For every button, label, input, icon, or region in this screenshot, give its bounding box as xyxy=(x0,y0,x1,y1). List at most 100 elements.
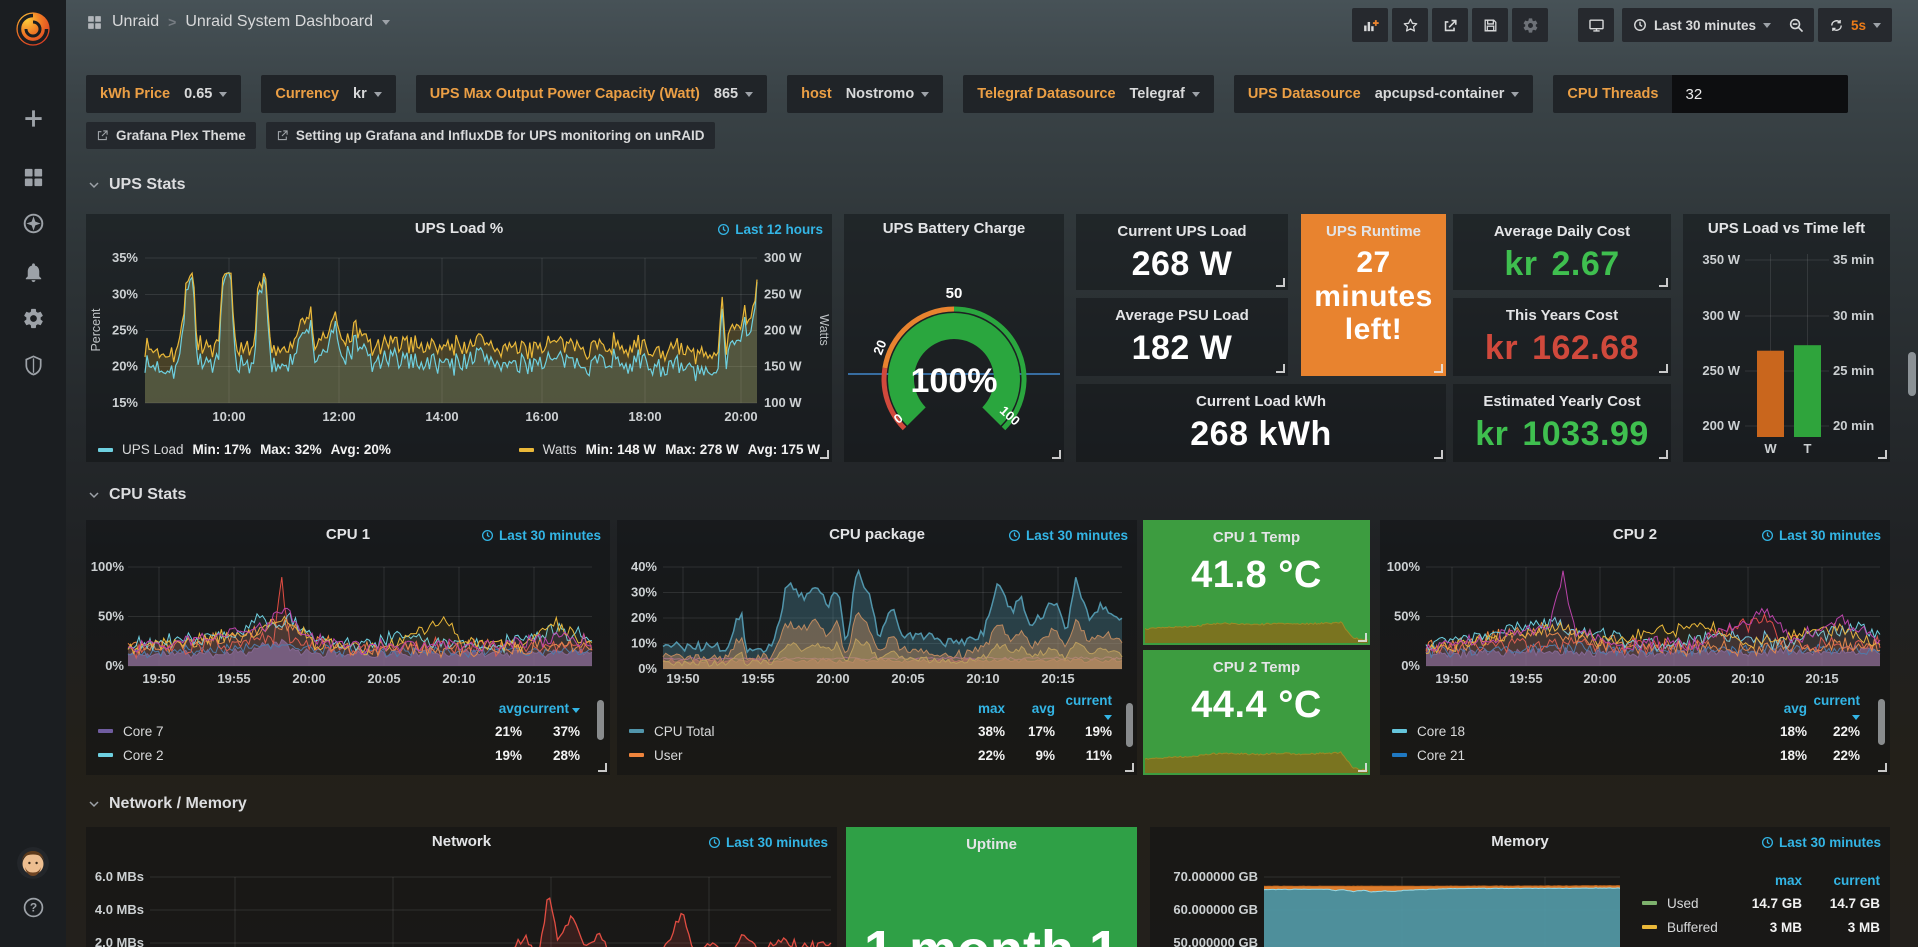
panel-resize-handle[interactable] xyxy=(1878,763,1887,772)
legend-sort-current[interactable]: current xyxy=(1055,693,1112,723)
row-header-cpu-stats[interactable]: CPU Stats xyxy=(88,486,186,504)
legend-scrollbar[interactable] xyxy=(597,700,604,740)
cpu1-chart[interactable]: 100%50%0%19:5019:5520:0020:0520:1020:15 xyxy=(86,520,610,695)
stat-title[interactable]: Average Daily Cost xyxy=(1453,223,1671,240)
stat-title[interactable]: Uptime xyxy=(846,836,1137,853)
variable-kwh-price[interactable]: kWh Price0.65 xyxy=(86,75,241,113)
server-admin-shield-icon[interactable] xyxy=(22,354,45,377)
legend-series[interactable]: User xyxy=(629,748,945,763)
panel-resize-handle[interactable] xyxy=(1878,450,1887,459)
user-avatar[interactable] xyxy=(17,847,49,879)
variable-ups-datasource[interactable]: UPS Datasourceapcupsd-container xyxy=(1234,75,1534,113)
row-header-ups-stats[interactable]: UPS Stats xyxy=(88,176,185,194)
refresh-picker[interactable]: 5s xyxy=(1818,8,1892,42)
panel-resize-handle[interactable] xyxy=(1276,364,1285,373)
panel-resize-handle[interactable] xyxy=(820,450,829,459)
page-scrollbar[interactable] xyxy=(1908,352,1916,396)
dashboard-title[interactable]: Unraid System Dashboard xyxy=(185,13,373,31)
legend-sort-current[interactable]: current xyxy=(522,701,580,716)
legend-sort-current[interactable]: current xyxy=(1807,693,1860,723)
legend-sort-avg[interactable]: avg xyxy=(1737,701,1807,716)
cpu2-chart[interactable]: 100%50%0%19:5019:5520:0020:0520:1020:15 xyxy=(1380,520,1890,695)
svg-text:100%: 100% xyxy=(911,362,998,400)
time-override: Last 30 minutes xyxy=(1761,528,1881,543)
panel-resize-handle[interactable] xyxy=(1659,364,1668,373)
help-icon[interactable] xyxy=(22,896,45,919)
link-ups-monitoring-guide[interactable]: Setting up Grafana and InfluxDB for UPS … xyxy=(266,122,715,149)
time-range-picker[interactable]: Last 30 minutes xyxy=(1622,8,1782,42)
legend-sort-max[interactable]: max xyxy=(945,701,1005,716)
panel-resize-handle[interactable] xyxy=(1434,364,1443,373)
panel-resize-handle[interactable] xyxy=(1358,633,1367,642)
legend-row: Core 721%37% xyxy=(98,719,580,743)
share-button[interactable] xyxy=(1432,8,1468,42)
star-button[interactable] xyxy=(1392,8,1428,42)
cycle-view-button[interactable] xyxy=(1578,8,1614,42)
legend-sort-avg[interactable]: avg xyxy=(452,701,522,716)
explore-compass-icon[interactable] xyxy=(22,212,45,235)
cpu-threads-input[interactable] xyxy=(1672,75,1848,113)
svg-text:19:55: 19:55 xyxy=(741,671,774,686)
stat-value: 1 month 1 xyxy=(846,919,1137,947)
dashboard-links: Grafana Plex Theme Setting up Grafana an… xyxy=(86,122,715,149)
legend-series[interactable]: Core 2 xyxy=(98,748,452,763)
panel-resize-handle[interactable] xyxy=(1125,763,1134,772)
variable-host[interactable]: hostNostromo xyxy=(787,75,943,113)
stat-title[interactable]: Estimated Yearly Cost xyxy=(1453,393,1671,410)
variable-currency[interactable]: Currencykr xyxy=(261,75,395,113)
legend-series[interactable]: CPU Total xyxy=(629,724,945,739)
create-icon[interactable] xyxy=(22,107,45,130)
refresh-interval-label: 5s xyxy=(1851,18,1866,33)
legend-series[interactable]: Core 18 xyxy=(1392,724,1737,739)
load-vs-time-bar-chart[interactable]: 350 W300 W250 W200 W35 min30 min25 min20… xyxy=(1683,214,1890,462)
panel-resize-handle[interactable] xyxy=(598,763,607,772)
stat-title[interactable]: UPS Runtime xyxy=(1301,223,1446,240)
save-button[interactable] xyxy=(1472,8,1508,42)
legend-series[interactable]: Core 7 xyxy=(98,724,452,739)
ups-load-chart[interactable]: 35%30%25%20%15%300 W250 W200 W150 W100 W… xyxy=(86,214,832,462)
stat-title[interactable]: Average PSU Load xyxy=(1076,307,1288,324)
zoom-out-button[interactable] xyxy=(1778,8,1814,42)
legend-item[interactable]: UPS LoadMin: 17%Max: 32%Avg: 20% xyxy=(98,442,391,457)
variable-ups-max-output[interactable]: UPS Max Output Power Capacity (Watt)865 xyxy=(416,75,767,113)
panel-title[interactable]: UPS Battery Charge xyxy=(844,220,1064,237)
grafana-logo-icon[interactable] xyxy=(12,8,54,50)
panel-resize-handle[interactable] xyxy=(1052,450,1061,459)
stat-title[interactable]: Current UPS Load xyxy=(1076,223,1288,240)
panel-ups-runtime: UPS Runtime27 minutes left! xyxy=(1301,214,1446,376)
alerting-bell-icon[interactable] xyxy=(22,261,45,284)
variable-telegraf-datasource[interactable]: Telegraf DatasourceTelegraf xyxy=(963,75,1214,113)
panel-title[interactable]: UPS Load vs Time left xyxy=(1683,220,1890,237)
legend-sort-max[interactable]: max xyxy=(1728,873,1802,888)
link-grafana-plex-theme[interactable]: Grafana Plex Theme xyxy=(86,122,256,149)
breadcrumb-folder[interactable]: Unraid xyxy=(112,13,159,31)
settings-button[interactable] xyxy=(1512,8,1548,42)
legend-scrollbar[interactable] xyxy=(1878,699,1885,745)
stat-title[interactable]: Current Load kWh xyxy=(1076,393,1446,410)
legend-item[interactable]: WattsMin: 148 WMax: 278 WAvg: 175 W xyxy=(519,442,820,457)
configuration-gear-icon[interactable] xyxy=(22,307,45,330)
panel-ups-battery-charge: UPS Battery Charge 50200100100% xyxy=(844,214,1064,462)
legend-series[interactable]: Core 21 xyxy=(1392,748,1737,763)
legend-sort-avg[interactable]: avg xyxy=(1005,701,1055,716)
panel-resize-handle[interactable] xyxy=(1358,763,1367,772)
svg-text:20:10: 20:10 xyxy=(1731,671,1764,686)
panel-resize-handle[interactable] xyxy=(1659,450,1668,459)
panel-resize-handle[interactable] xyxy=(1434,450,1443,459)
stat-title[interactable]: CPU 2 Temp xyxy=(1143,659,1370,676)
stat-title[interactable]: This Years Cost xyxy=(1453,307,1671,324)
legend-series[interactable]: Used xyxy=(1642,896,1728,911)
row-header-network-memory[interactable]: Network / Memory xyxy=(88,795,247,813)
legend-sort-current[interactable]: current xyxy=(1802,873,1880,888)
dashboards-icon[interactable] xyxy=(22,166,45,189)
stat-title[interactable]: CPU 1 Temp xyxy=(1143,529,1370,546)
stat-value: 44.4 °C xyxy=(1143,684,1370,727)
legend-scrollbar[interactable] xyxy=(1126,703,1133,747)
title-caret-icon[interactable] xyxy=(382,20,390,25)
panel-resize-handle[interactable] xyxy=(1276,278,1285,287)
panel-resize-handle[interactable] xyxy=(1659,278,1668,287)
add-panel-button[interactable] xyxy=(1352,8,1388,42)
cpu-package-chart[interactable]: 40%30%20%10%0%19:5019:5520:0020:0520:102… xyxy=(617,520,1137,695)
legend-series[interactable]: Buffered xyxy=(1642,920,1728,935)
svg-text:20:05: 20:05 xyxy=(367,671,400,686)
